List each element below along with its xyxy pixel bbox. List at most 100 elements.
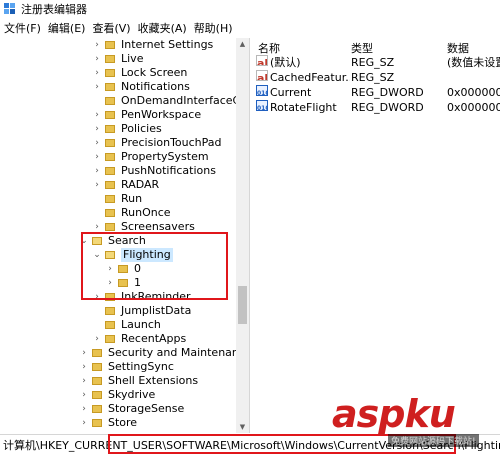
menu-help[interactable]: 帮助(H)	[194, 20, 233, 36]
folder-icon	[105, 97, 115, 105]
tree-item-internet-settings[interactable]: › Internet Settings	[93, 38, 213, 52]
expand-chevron-icon[interactable]: ›	[93, 82, 101, 92]
value-row[interactable]: abCachedFeatur...REG_SZ	[251, 70, 500, 85]
tree-item-inkreminder[interactable]: › InkReminder	[93, 290, 190, 304]
tree-item-ondemandinterfacecach[interactable]: OnDemandInterfaceCach	[93, 94, 250, 108]
tree-item-policies[interactable]: › Policies	[93, 122, 162, 136]
value-name: Current	[270, 86, 312, 99]
menu-file[interactable]: 文件(F)	[4, 20, 41, 36]
folder-icon	[105, 41, 115, 49]
tree-item-radar[interactable]: › RADAR	[93, 178, 159, 192]
tree-item-storagesense[interactable]: › StorageSense	[80, 402, 184, 416]
menu-favorites[interactable]: 收藏夹(A)	[138, 20, 187, 36]
values-list[interactable]: 名称 类型 数据 ab(默认)REG_SZ(数值未设置)abCachedFeat…	[251, 38, 500, 433]
folder-icon	[105, 223, 115, 231]
expand-chevron-icon[interactable]: ›	[80, 404, 88, 414]
scroll-up-arrow-icon[interactable]: ▲	[236, 38, 249, 50]
expand-chevron-icon[interactable]: ›	[80, 362, 88, 372]
folder-icon	[92, 405, 102, 413]
column-header-name[interactable]: 名称	[258, 40, 280, 56]
column-header-type[interactable]: 类型	[351, 40, 373, 56]
tree-item-flighting[interactable]: ⌄ Flighting	[93, 248, 173, 262]
expand-chevron-icon[interactable]: ›	[93, 40, 101, 50]
tree-item-label: OnDemandInterfaceCach	[121, 94, 250, 107]
expand-chevron-icon[interactable]: ›	[80, 348, 88, 358]
tree-item-store[interactable]: › Store	[80, 416, 137, 430]
value-name: CachedFeatur...	[270, 71, 350, 84]
expand-chevron-icon[interactable]: ›	[93, 68, 101, 78]
folder-icon	[105, 209, 115, 217]
tree-item-jumplistdata[interactable]: JumplistData	[93, 304, 191, 318]
tree-item-screensavers[interactable]: › Screensavers	[93, 220, 195, 234]
tree-item-notifications[interactable]: › Notifications	[93, 80, 190, 94]
column-header-data[interactable]: 数据	[447, 40, 469, 56]
value-row[interactable]: ab(默认) REG_SZ (数值未设置)	[251, 55, 500, 70]
tree-item-label: Notifications	[121, 80, 190, 93]
folder-icon	[105, 307, 115, 315]
expand-chevron-icon[interactable]: ›	[106, 264, 114, 274]
scroll-down-arrow-icon[interactable]: ▼	[236, 421, 249, 433]
tree-item-precisiontouchpad[interactable]: › PrecisionTouchPad	[93, 136, 221, 150]
collapse-chevron-icon[interactable]: ⌄	[80, 236, 88, 246]
value-data: (数值未设置)	[447, 56, 500, 69]
scroll-thumb[interactable]	[238, 286, 247, 324]
tree-item-security-and-maintenanc[interactable]: › Security and Maintenanc	[80, 346, 245, 360]
tree-item-label: PropertySystem	[121, 150, 209, 163]
menu-edit[interactable]: 编辑(E)	[48, 20, 86, 36]
string-value-icon: ab	[256, 70, 268, 81]
tree-item-pushnotifications[interactable]: › PushNotifications	[93, 164, 216, 178]
tree-item-0[interactable]: › 0	[106, 262, 141, 276]
expand-chevron-icon[interactable]: ›	[106, 278, 114, 288]
tree-item-label: Live	[121, 52, 144, 65]
menu-view[interactable]: 查看(V)	[92, 20, 130, 36]
registry-tree[interactable]: › Internet Settings › Live › Lock Screen › Noti…	[0, 38, 250, 433]
status-bar: 计算机\HKEY_CURRENT_USER\SOFTWARE\Microsoft…	[0, 434, 500, 455]
tree-item-settingsync[interactable]: › SettingSync	[80, 360, 174, 374]
folder-icon	[92, 363, 102, 371]
expand-chevron-icon[interactable]: ›	[80, 390, 88, 400]
tree-item-recentapps[interactable]: › RecentApps	[93, 332, 186, 346]
tree-item-launch[interactable]: Launch	[93, 318, 161, 332]
expand-chevron-icon[interactable]: ›	[93, 54, 101, 64]
tree-item-label: Flighting	[121, 248, 173, 262]
tree-item-shell-extensions[interactable]: › Shell Extensions	[80, 374, 198, 388]
expand-chevron-icon[interactable]: ›	[93, 166, 101, 176]
tree-item-propertysystem[interactable]: › PropertySystem	[93, 150, 209, 164]
tree-item-search[interactable]: ⌄ Search	[80, 234, 146, 248]
tree-item-label: Shell Extensions	[108, 374, 199, 387]
tree-item-label: 1	[134, 276, 141, 289]
folder-icon	[105, 55, 115, 63]
expand-chevron-icon[interactable]: ›	[93, 222, 101, 232]
folder-icon	[105, 139, 115, 147]
tree-item-runonce[interactable]: RunOnce	[93, 206, 171, 220]
tree-item-lock-screen[interactable]: › Lock Screen	[93, 66, 187, 80]
tree-item-penworkspace[interactable]: › PenWorkspace	[93, 108, 201, 122]
value-type: REG_DWORD	[351, 86, 424, 99]
expand-chevron-icon[interactable]: ›	[93, 124, 101, 134]
expand-chevron-icon[interactable]: ›	[80, 376, 88, 386]
expand-chevron-icon[interactable]: ›	[93, 292, 101, 302]
folder-icon	[118, 279, 128, 287]
value-data: 0x0000000	[447, 86, 500, 99]
tree-item-label: SettingSync	[108, 360, 174, 373]
value-row[interactable]: 010RotateFlight REG_DWORD 0x0000000	[251, 100, 500, 115]
tree-item-run[interactable]: Run	[93, 192, 142, 206]
value-row[interactable]: 010Current REG_DWORD 0x0000000	[251, 85, 500, 100]
tree-scrollbar[interactable]: ▲ ▼	[236, 38, 249, 433]
expand-chevron-icon[interactable]: ›	[93, 152, 101, 162]
tree-item-skydrive[interactable]: › Skydrive	[80, 388, 155, 402]
value-name: (默认)	[270, 56, 301, 69]
tree-item-live[interactable]: › Live	[93, 52, 143, 66]
open-folder-icon	[92, 237, 102, 245]
tree-item-1[interactable]: › 1	[106, 276, 141, 290]
expand-chevron-icon[interactable]: ›	[93, 110, 101, 120]
expand-chevron-icon[interactable]: ›	[93, 138, 101, 148]
expand-chevron-icon[interactable]: ›	[93, 180, 101, 190]
collapse-chevron-icon[interactable]: ⌄	[93, 250, 101, 260]
expand-chevron-icon[interactable]: ›	[93, 334, 101, 344]
folder-icon	[92, 349, 102, 357]
expand-chevron-icon[interactable]: ›	[80, 418, 88, 428]
string-value-icon: ab	[256, 55, 268, 66]
